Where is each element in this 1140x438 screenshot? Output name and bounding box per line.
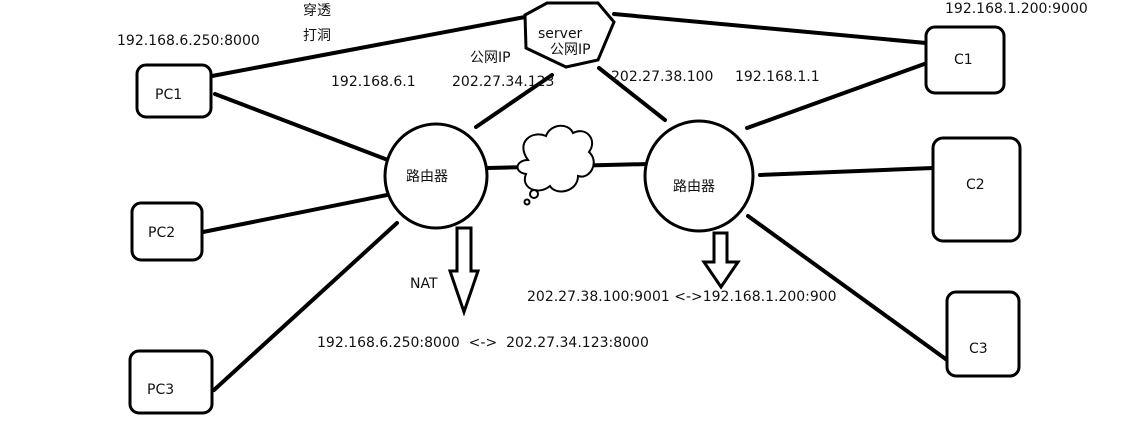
link-server-c1 <box>612 12 928 45</box>
router-left-wan-ip: 202.27.34.123 <box>452 74 554 90</box>
nat-label: NAT <box>410 276 438 292</box>
connections <box>201 12 949 392</box>
router-right-node <box>643 119 755 233</box>
c3-node <box>945 290 1021 378</box>
c3-label: C3 <box>969 341 988 357</box>
link-router-right-c2 <box>758 166 935 177</box>
network-diagram: server 公网IP PC1 PC2 PC3 C1 C2 C3 路由器 路由器… <box>117 1 1088 415</box>
pc3-label: PC3 <box>147 382 174 398</box>
pc1-label: PC1 <box>155 87 182 103</box>
nat-arrow-left-icon <box>447 226 481 317</box>
router-right-lan-ip: 192.168.1.1 <box>735 69 820 85</box>
router-left-lan-ip: 192.168.6.1 <box>331 74 416 90</box>
c2-label: C2 <box>966 177 985 193</box>
router-left-label: 路由器 <box>406 169 448 185</box>
router-right-wan-ip: 202.27.38.100 <box>611 69 713 85</box>
punch-label-1: 穿透 <box>303 3 331 19</box>
pc1-address: 192.168.6.250:8000 <box>117 33 260 49</box>
cloud-icon <box>516 124 595 206</box>
c1-label: C1 <box>954 52 973 68</box>
link-pc3-router-left <box>212 221 399 392</box>
router-right-label: 路由器 <box>673 179 715 195</box>
link-pc1-router-left <box>213 92 390 162</box>
router-left-wan-label: 公网IP <box>470 50 511 66</box>
nat-mapping-right: 202.27.38.100:9001 <->192.168.1.200:900 <box>527 289 837 305</box>
nat-arrow-right-icon <box>701 231 741 290</box>
c1-address: 192.168.1.200:9000 <box>945 1 1088 17</box>
link-pc2-router-left <box>201 193 389 234</box>
server-label: server <box>538 26 583 42</box>
link-router-right-c3 <box>746 214 949 362</box>
nat-mapping-left: 192.168.6.250:8000 <-> 202.27.34.123:800… <box>317 335 649 351</box>
pc2-label: PC2 <box>148 225 175 241</box>
punch-label-2: 打洞 <box>303 27 331 44</box>
server-public-ip-label: 公网IP <box>550 42 591 58</box>
